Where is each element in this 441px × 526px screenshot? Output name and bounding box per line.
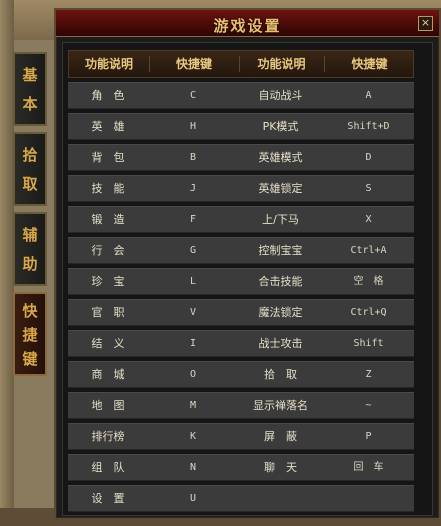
hotkey-left: J (189, 183, 197, 194)
function-name-left: 地 图 (91, 399, 125, 412)
function-name-right: 上/下马 (262, 213, 299, 226)
hotkey-left: K (189, 431, 197, 442)
game-settings-window: 游戏设置 × 功能说明 快捷键 功能说明 快捷键 角 色 C 自动战斗 A 英 雄 H PK… (54, 8, 441, 520)
hotkey-left: N (189, 462, 197, 473)
hotkey-row[interactable]: 排行榜 K 屏 蔽 P (68, 423, 414, 450)
tab-pickup[interactable]: 拾 取 (13, 132, 47, 206)
function-name-right: 控制宝宝 (258, 244, 303, 257)
function-name-right: PK模式 (262, 120, 299, 133)
function-name-right: 战士攻击 (258, 337, 303, 350)
hotkey-right: Shift (353, 338, 384, 349)
function-name-right: 自动战斗 (258, 89, 303, 102)
hotkey-left: I (189, 338, 197, 349)
function-name-left: 角 色 (91, 89, 125, 102)
hotkey-row[interactable]: 结 义 I 战士攻击 Shift (68, 330, 414, 357)
header-function-1: 功能说明 (84, 57, 133, 71)
hotkey-row[interactable]: 地 图 M 显示禅落名 ~ (68, 392, 414, 419)
close-button[interactable]: × (418, 16, 433, 31)
function-name-left: 技 能 (91, 182, 125, 195)
hotkey-right: Ctrl+A (350, 245, 387, 256)
hotkey-left: B (189, 152, 197, 163)
hotkey-right: P (365, 431, 372, 442)
tab-hotkeys-char-2: 捷 (22, 326, 38, 344)
function-name-right: 英雄锁定 (258, 182, 303, 195)
hotkey-row[interactable]: 组 队N聊 天回 车 (68, 454, 414, 481)
hotkey-row[interactable]: 角 色 C 自动战斗 A (68, 82, 414, 109)
hotkey-left: O (189, 369, 197, 380)
header-hotkey-1: 快捷键 (175, 57, 212, 71)
header-hotkey-2: 快捷键 (351, 57, 388, 71)
function-name-right: 聊 天 (264, 461, 297, 474)
hotkey-row[interactable]: 设 置U (68, 485, 414, 512)
hotkey-row[interactable]: 官 职 V 魔法锁定 Ctrl+Q (68, 299, 414, 326)
hotkey-right: X (365, 214, 372, 225)
function-name-right: 魔法锁定 (258, 306, 303, 319)
function-name-right (238, 486, 323, 511)
hotkey-row[interactable]: 珍 宝 L 合击技能 空 格 (68, 268, 414, 295)
tab-hotkeys-char-1: 快 (22, 302, 38, 320)
title-bar[interactable]: 游戏设置 × (56, 10, 439, 37)
game-scene-left (0, 0, 14, 526)
hotkey-table-header: 功能说明 快捷键 功能说明 快捷键 (68, 50, 414, 78)
tab-assist-char-2: 助 (22, 255, 38, 273)
function-name-right: 英雄模式 (258, 151, 303, 164)
hotkey-row[interactable]: 技 能 J 英雄锁定 S (68, 175, 414, 202)
tab-basic[interactable]: 基 本 (13, 52, 47, 126)
hotkey-left: C (189, 90, 197, 101)
hotkey-left: U (189, 493, 197, 504)
hotkey-right: A (365, 90, 372, 101)
function-name-left: 背 包 (91, 151, 125, 164)
function-name-right: 显示禅落名 (253, 399, 308, 412)
hotkey-right: 回 车 (353, 462, 384, 473)
tab-assist[interactable]: 辅 助 (13, 212, 47, 286)
hotkey-left: H (189, 121, 197, 132)
hotkey-left: G (189, 245, 197, 256)
hotkey-right: Ctrl+Q (350, 307, 387, 318)
tab-pickup-char-2: 取 (22, 175, 38, 193)
function-name-right: 屏 蔽 (264, 430, 297, 443)
hotkey-left: M (189, 400, 197, 411)
hotkey-right (323, 486, 414, 511)
function-name-left: 珍 宝 (91, 275, 125, 288)
tab-hotkeys[interactable]: 快 捷 键 (13, 292, 47, 376)
function-name-left: 排行榜 (91, 430, 125, 443)
hotkey-right: Shift+D (347, 121, 390, 132)
function-name-left: 组 队 (91, 461, 125, 474)
tab-pickup-char-1: 拾 (22, 146, 38, 164)
function-name-left: 结 义 (91, 337, 125, 350)
function-name-left: 行 会 (91, 244, 125, 257)
function-name-right: 拾 取 (264, 368, 297, 381)
header-function-2: 功能说明 (257, 57, 306, 71)
function-name-left: 英 雄 (91, 120, 125, 133)
hotkey-row[interactable]: 英 雄 H PK模式 Shift+D (68, 113, 414, 140)
tab-hotkeys-char-3: 键 (22, 350, 38, 368)
hotkey-row[interactable]: 背 包 B 英雄模式 D (68, 144, 414, 171)
hotkey-right: ~ (365, 400, 372, 411)
hotkey-right: Z (365, 369, 372, 380)
hotkey-right: 空 格 (353, 276, 384, 287)
hotkey-row[interactable]: 行 会 G 控制宝宝 Ctrl+A (68, 237, 414, 264)
tab-basic-char-1: 基 (22, 66, 38, 84)
hotkey-left: V (189, 307, 197, 318)
hotkey-row[interactable]: 锻 造 F 上/下马 X (68, 206, 414, 233)
function-name-left: 商 城 (91, 368, 125, 381)
hotkey-right: S (365, 183, 372, 194)
tab-basic-char-2: 本 (22, 95, 38, 113)
function-name-left: 设 置 (91, 492, 125, 505)
function-name-left: 锻 造 (91, 213, 125, 226)
tab-assist-char-1: 辅 (22, 226, 38, 244)
hotkey-right: D (365, 152, 372, 163)
window-title: 游戏设置 (213, 17, 282, 35)
hotkey-left: L (189, 276, 197, 287)
hotkey-left: F (189, 214, 197, 225)
hotkey-row[interactable]: 商 城O拾 取Z (68, 361, 414, 388)
function-name-right: 合击技能 (258, 275, 303, 288)
function-name-left: 官 职 (91, 306, 125, 319)
